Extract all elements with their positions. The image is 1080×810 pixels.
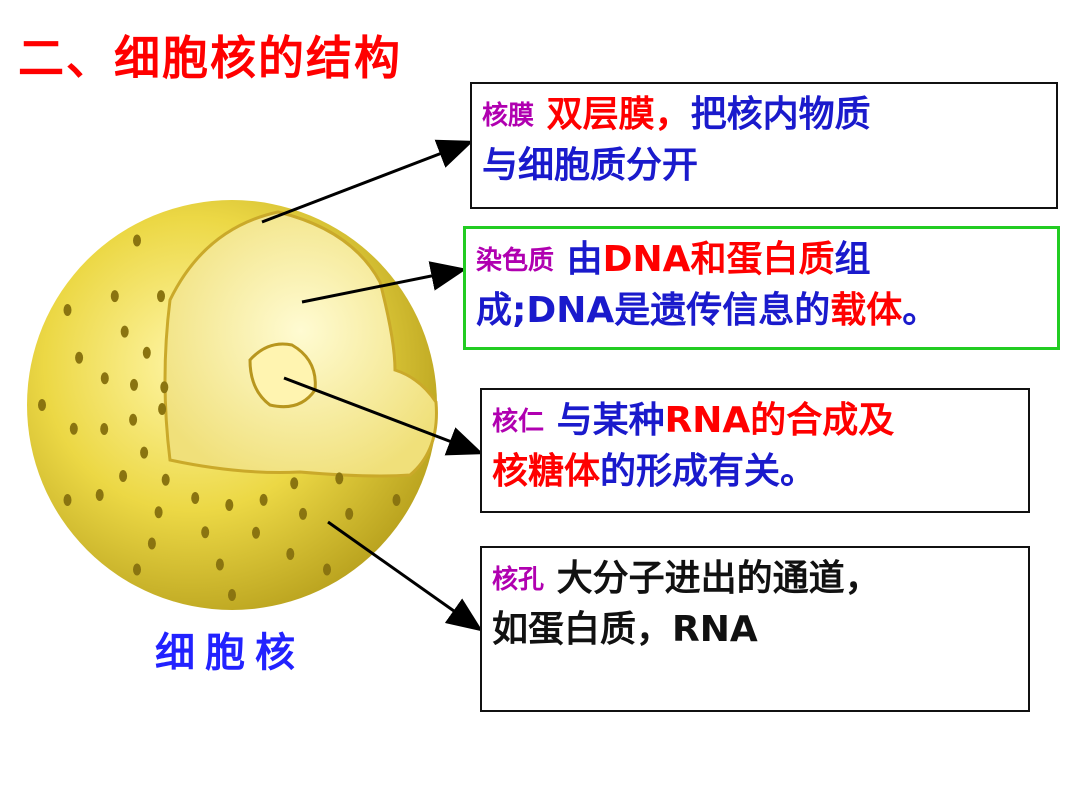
pore-dot <box>157 290 165 303</box>
pore-dot <box>75 351 84 364</box>
pore-dot <box>119 470 128 482</box>
chromatin-text-d: 成;DNA是遗传信息的 <box>476 290 831 331</box>
nuclear-membrane-box: 核膜 双层膜，把核内物质 与细胞质分开 <box>470 82 1058 209</box>
pore-dot <box>345 507 354 520</box>
nucleolus-label: 核仁 <box>492 407 545 437</box>
pore-dot <box>323 563 331 576</box>
nucleolus-text-c: 核糖体 <box>492 451 601 492</box>
nucleolus-text-d: 的形成有关。 <box>600 451 817 492</box>
pore-dot <box>335 472 344 485</box>
pore-dot <box>130 378 138 391</box>
pore-dot <box>142 346 151 359</box>
nucleolus-box: 核仁 与某种RNA的合成及 核糖体的形成有关。 <box>480 388 1030 513</box>
chromatin-text-c: 组 <box>834 239 871 280</box>
pore-dot <box>228 589 236 601</box>
chromatin-label: 染色质 <box>476 246 555 276</box>
pore-dot <box>160 381 169 394</box>
pore-dot <box>154 506 163 519</box>
pore-dot <box>63 304 72 316</box>
pore-text-a: 大分子进出的通道， <box>556 558 881 599</box>
pore-dot <box>299 507 307 520</box>
pore-dot <box>290 477 299 490</box>
arrow-to-membrane <box>261 139 474 224</box>
arrow-to-pore <box>327 520 483 632</box>
pore-dot <box>161 473 170 486</box>
nucleus-caption: 细胞核 <box>155 629 305 676</box>
membrane-text-b: 把核内物质 <box>690 94 871 135</box>
membrane-text-c: 与细胞质分开 <box>482 145 699 186</box>
pore-dot <box>215 558 224 571</box>
chromatin-text-b: DNA和蛋白质 <box>602 239 835 280</box>
pore-label: 核孔 <box>492 565 545 595</box>
pore-dot <box>201 526 210 539</box>
nuclear-pore-box: 核孔 大分子进出的通道， 如蛋白质，RNA <box>480 546 1030 712</box>
pore-dot <box>63 494 72 506</box>
pore-dot <box>100 372 109 385</box>
nucleolus-text-a: 与某种 <box>556 400 665 441</box>
pore-dot <box>100 423 109 435</box>
pore-dot <box>69 422 78 435</box>
pore-dot <box>133 234 141 247</box>
pore-dot <box>392 494 401 506</box>
pore-dot <box>147 537 156 550</box>
pore-dot <box>252 526 260 539</box>
nucleolus-text-b: RNA的合成及 <box>664 400 895 441</box>
pore-dot <box>110 290 119 303</box>
chromatin-box: 染色质 由DNA和蛋白质组 成;DNA是遗传信息的载体。 <box>463 226 1060 350</box>
pore-dot <box>129 413 138 426</box>
pore-dot <box>158 403 167 415</box>
pore-dot <box>286 548 295 560</box>
pore-text-b: 如蛋白质，RNA <box>492 609 758 650</box>
chromatin-text-e: 载体 <box>830 290 903 331</box>
chromatin-text-a: 由 <box>566 239 603 280</box>
pore-dot <box>225 499 234 511</box>
chromatin-text-f: 。 <box>902 290 939 331</box>
pore-dot <box>120 325 129 338</box>
pore-dot <box>140 446 149 459</box>
membrane-text-a: 双层膜， <box>546 94 691 135</box>
pore-dot <box>95 489 104 501</box>
pore-dot <box>133 563 141 576</box>
pore-dot <box>259 493 268 506</box>
pore-dot <box>191 492 200 504</box>
pore-dot <box>38 399 46 411</box>
membrane-label: 核膜 <box>482 101 535 131</box>
